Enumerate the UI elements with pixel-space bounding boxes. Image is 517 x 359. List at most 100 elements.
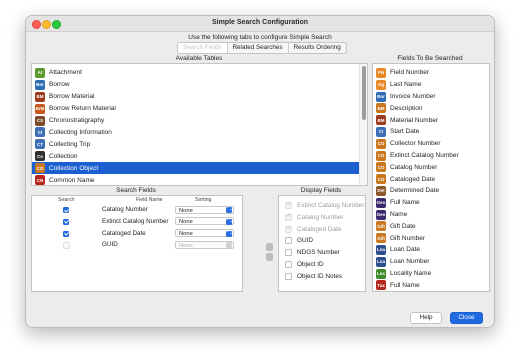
field-table-icon: Det (376, 185, 386, 196)
searched-field-item[interactable]: CO Extinct Catalog Number (373, 150, 489, 162)
searched-field-item[interactable]: CO Collector Number (373, 138, 489, 150)
display-field-item[interactable]: ✓ Catalog Number (285, 212, 344, 223)
display-field-item[interactable]: ✓ Extinct Catalog Number (285, 200, 365, 211)
search-checkbox[interactable] (63, 218, 69, 225)
display-checkbox[interactable]: ✓ (285, 212, 292, 221)
table-item-label: Borrow Material (49, 93, 95, 101)
searched-field-item[interactable]: FN Field Number (373, 67, 489, 79)
tab-search-fields[interactable]: Search Fields (178, 43, 228, 53)
table-item-label: Collection Object (49, 164, 99, 172)
table-item-borrow-material[interactable]: BM Borrow Material (32, 91, 359, 103)
fields-searched-list[interactable]: FN Field Number Ag Last Name Bor Invoice Numb… (372, 63, 490, 292)
field-table-icon: Loc (376, 268, 386, 279)
move-up-button[interactable] (266, 243, 273, 251)
search-checkbox[interactable] (63, 242, 70, 250)
searched-field-item[interactable]: CI Start Date (373, 126, 489, 138)
display-checkbox[interactable] (285, 272, 292, 280)
searched-field-item[interactable]: CO Cataloged Date (373, 173, 489, 185)
table-item-collecting-trip[interactable]: CT Collecting Trip (32, 138, 359, 150)
searched-field-item[interactable]: Loa Loan Number (373, 256, 489, 268)
search-fields-title: Search Fields (116, 187, 156, 194)
field-table-icon: CO (376, 138, 386, 149)
sorting-select[interactable]: None ⌃⌄ (175, 217, 234, 226)
field-table-icon: Bor (376, 91, 386, 102)
table-item-label: Borrow Return Material (49, 105, 116, 113)
tables-scroll-thumb[interactable] (362, 66, 366, 120)
table-item-collection[interactable]: Co Collection (32, 150, 359, 162)
searched-field-item[interactable]: Tax Full Name (373, 279, 489, 291)
field-table-icon: Ag (376, 79, 386, 90)
display-field-item[interactable]: NDGS Number (285, 247, 340, 258)
display-checkbox[interactable] (285, 261, 292, 268)
searched-field-label: Full Name (390, 199, 420, 207)
searched-field-item[interactable]: CO Catalog Number (373, 161, 489, 173)
searched-field-item[interactable]: Loc Locality Name (373, 268, 489, 280)
sorting-value: None (179, 219, 193, 226)
searched-field-label: Loan Date (390, 246, 420, 254)
title-bar: Simple Search Configuration (26, 16, 494, 32)
close-button[interactable]: Close (450, 312, 483, 324)
table-item-attachment[interactable]: At Attachment (32, 67, 359, 79)
table-item-borrow-return-material[interactable]: BrM Borrow Return Material (32, 103, 359, 115)
field-table-icon: CO (376, 174, 386, 185)
checkmark-icon: ✓ (286, 212, 292, 219)
searched-field-item[interactable]: Loa Loan Date (373, 244, 489, 256)
searched-field-label: Determined Date (390, 187, 440, 195)
display-field-item[interactable]: ✓ Cataloged Date (285, 224, 341, 235)
searched-field-label: Catalog Number (390, 163, 438, 171)
table-item-borrow[interactable]: Bor Borrow (32, 79, 359, 91)
tab-results-ordering[interactable]: Results Ordering (289, 43, 346, 53)
table-icon: BM (35, 91, 45, 102)
chevron-updown-icon: ⌃⌄ (226, 229, 233, 237)
tab-related-searches[interactable]: Related Searches (228, 43, 289, 53)
searched-field-item[interactable]: Det Determined Date (373, 185, 489, 197)
display-field-item[interactable]: Object ID (285, 259, 324, 270)
display-checkbox[interactable] (285, 237, 292, 245)
display-checkbox[interactable] (285, 249, 292, 257)
field-name-column-header: Field Name (136, 197, 163, 203)
table-icon: BrM (35, 103, 45, 114)
searched-field-label: Field Number (390, 69, 430, 77)
chevron-updown-icon: ⌃⌄ (226, 217, 233, 225)
available-tables-list[interactable]: At Attachment Bor Borrow BM Borrow Material Br… (31, 63, 368, 186)
searched-field-label: Material Number (390, 116, 439, 124)
searched-field-item[interactable]: Gift Gift Date (373, 220, 489, 232)
searched-field-item[interactable]: Geo Name (373, 209, 489, 221)
searched-field-item[interactable]: Bor Invoice Number (373, 91, 489, 103)
instruction-text: Use the following tabs to configure Simp… (188, 34, 332, 41)
searched-field-label: Gift Date (390, 222, 416, 230)
move-down-button[interactable] (266, 253, 273, 261)
display-field-label: NDGS Number (297, 249, 340, 257)
sorting-select[interactable]: None ⌃⌄ (175, 229, 234, 238)
display-field-item[interactable]: Object ID Notes (285, 271, 342, 282)
field-table-icon: Tax (376, 280, 386, 291)
field-table-icon: Geo (376, 209, 386, 220)
field-table-icon: CO (376, 150, 386, 161)
table-item-common-name[interactable]: CN Common Name (32, 174, 359, 185)
searched-field-label: Locality Name (390, 270, 432, 278)
help-button[interactable]: Help (410, 312, 442, 324)
window-title: Simple Search Configuration (211, 19, 309, 26)
search-checkbox[interactable] (63, 207, 69, 213)
search-checkbox[interactable] (63, 230, 69, 237)
field-table-icon: Gift (376, 221, 386, 232)
sorting-select[interactable]: None ⌃⌄ (175, 240, 234, 249)
chevron-updown-icon: ⌃⌄ (226, 241, 233, 249)
table-item-collection-object[interactable]: CO Collection Object (32, 162, 359, 175)
tab-bar: Search Fields Related Searches Results O… (177, 42, 347, 54)
display-checkbox[interactable]: ✓ (285, 201, 292, 209)
table-icon: CI (35, 127, 45, 138)
searched-field-item[interactable]: BM Description (373, 102, 489, 114)
searched-field-item[interactable]: Ag Last Name (373, 79, 489, 91)
table-item-chronostratigraphy[interactable]: CS Chronostratigraphy (32, 115, 359, 127)
searched-field-item[interactable]: Geo Full Name (373, 197, 489, 209)
display-checkbox[interactable]: ✓ (285, 225, 292, 233)
sorting-select[interactable]: None ⌃⌄ (175, 205, 234, 214)
table-item-collecting-information[interactable]: CI Collecting Information (32, 127, 359, 139)
display-field-item[interactable]: GUID (285, 235, 313, 246)
tables-scrollbar[interactable] (359, 64, 367, 185)
table-icon: Co (35, 151, 45, 162)
searched-field-item[interactable]: BM Material Number (373, 114, 489, 126)
searched-field-item[interactable]: Gift Gift Number (373, 232, 489, 244)
searched-field-label: Loan Number (390, 258, 430, 266)
